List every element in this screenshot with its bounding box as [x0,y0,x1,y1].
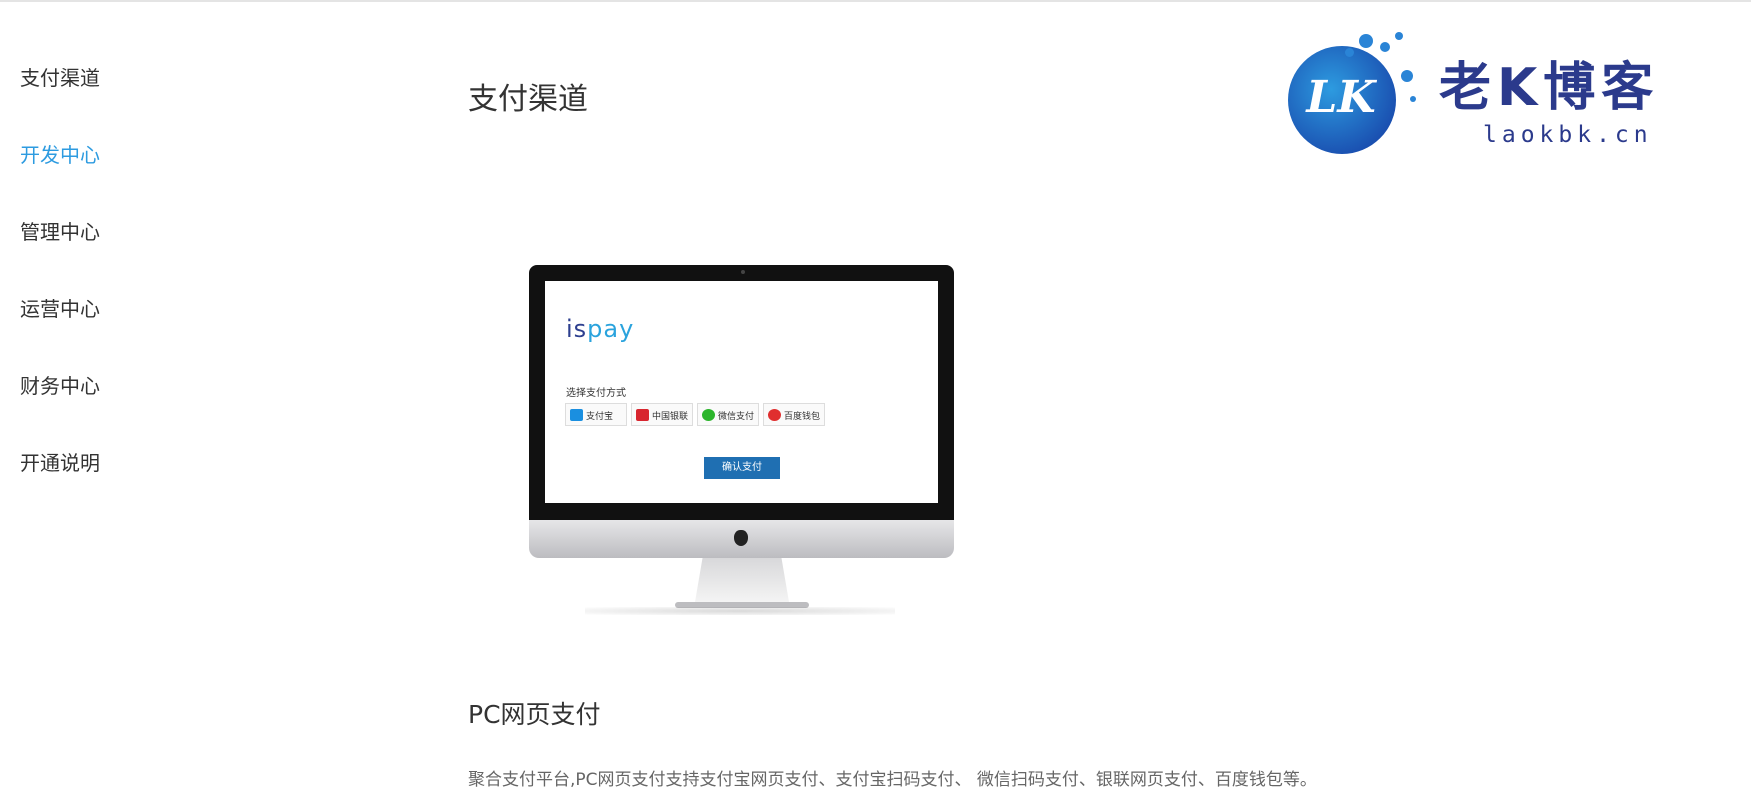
imac-screen: ispay 选择支付方式 支付宝 中国银联 微信支付 百度钱包 确认支付 [545,281,938,503]
select-method-label: 选择支付方式 [566,388,626,399]
site-watermark-logo: LK 老K博客 laokbk.cn [1285,32,1705,157]
sidebar-item-management-center[interactable]: 管理中心 [20,219,220,296]
ispay-logo: ispay [566,315,634,343]
imac-shadow [585,607,895,615]
method-label: 微信支付 [718,412,755,422]
method-unionpay: 中国银联 [631,403,693,426]
imac-stand [695,558,789,602]
sidebar-item-finance-center[interactable]: 财务中心 [20,373,220,450]
sidebar-item-operations-center[interactable]: 运营中心 [20,296,220,373]
sidebar-item-activation-guide[interactable]: 开通说明 [20,450,220,527]
brand-is-text: is [566,315,588,343]
page-title: 支付渠道 [468,82,588,117]
alipay-icon [570,409,583,421]
imac-illustration: ispay 选择支付方式 支付宝 中国银联 微信支付 百度钱包 确认支付 [525,262,955,618]
method-label: 百度钱包 [784,412,821,422]
logo-splash-dot [1401,70,1413,82]
logo-splash-dot [1395,32,1403,40]
logo-splash-dot [1345,48,1354,57]
logo-splash-dot [1359,34,1373,48]
method-baidu-wallet: 百度钱包 [763,403,825,426]
camera-icon [741,270,745,274]
logo-url: laokbk.cn [1483,122,1653,148]
section-title: PC网页支付 [468,700,601,729]
method-label: 支付宝 [586,412,614,422]
top-divider [0,0,1751,2]
sidebar-item-payment-channels[interactable]: 支付渠道 [20,65,220,142]
imac-chin [529,520,954,558]
logo-title: 老K博客 [1439,58,1660,118]
confirm-pay-button: 确认支付 [704,457,780,479]
apple-icon [734,530,748,546]
logo-splash-dot [1410,96,1416,102]
logo-mark: LK [1306,72,1376,123]
section-description: 聚合支付平台,PC网页支付支持支付宝网页支付、支付宝扫码支付、 微信扫码支付、银… [468,770,1317,790]
imac-frame: ispay 选择支付方式 支付宝 中国银联 微信支付 百度钱包 确认支付 [529,265,954,520]
method-label: 中国银联 [652,412,689,422]
unionpay-icon [636,409,649,421]
sidebar: 支付渠道 开发中心 管理中心 运营中心 财务中心 开通说明 [20,65,220,527]
brand-pay-text: pay [587,315,635,343]
baidu-wallet-icon [768,409,781,421]
logo-splash-dot [1380,42,1390,52]
sidebar-item-developer-center[interactable]: 开发中心 [20,142,220,219]
wechat-pay-icon [702,409,715,421]
method-alipay: 支付宝 [565,403,627,426]
method-wechat-pay: 微信支付 [697,403,759,426]
